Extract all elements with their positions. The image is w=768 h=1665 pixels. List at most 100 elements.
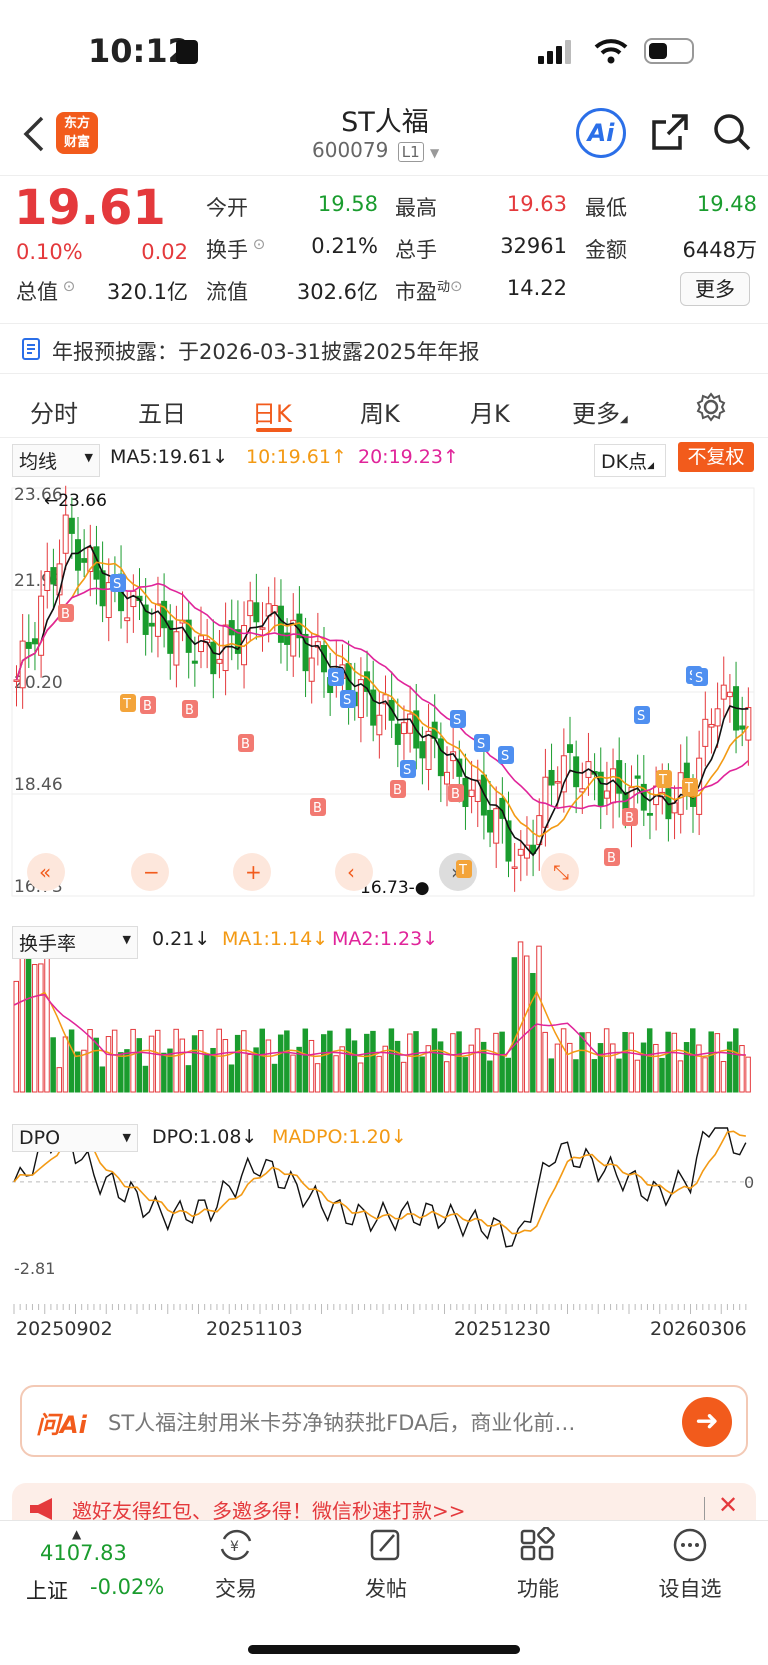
t-marker-label: T [684, 781, 693, 796]
turnover-select-label: 换手率 [19, 933, 77, 955]
turnover-bar [191, 1035, 198, 1093]
turnover-bar [370, 1030, 376, 1093]
turnover-bar [25, 942, 32, 1093]
candle-body [739, 725, 746, 730]
turnover-label: 换手 ⊙ [206, 234, 265, 264]
high-price-tag: ←23.66 [44, 491, 107, 511]
close-icon[interactable]: ✕ [718, 1491, 738, 1519]
tab-post[interactable]: 发帖 [326, 1527, 446, 1603]
candle-body [634, 775, 641, 779]
stock-header: 东方 财富 ST人福 600079 L1 ▼ Ai [0, 100, 768, 176]
mktcap-label-text: 总值 [16, 280, 58, 304]
candle-body [247, 600, 254, 617]
candle-body [44, 570, 51, 591]
fuquan-button[interactable]: 不复权 [678, 442, 754, 472]
period-tabs: 分时 五日 日K 周K 月K 更多◢ [0, 374, 768, 438]
turnover-bar [351, 1040, 358, 1093]
info-icon[interactable]: ⊙ [248, 235, 266, 253]
stock-name: ST人福 [341, 107, 429, 138]
turnover-bar [284, 1030, 290, 1093]
share-icon[interactable] [650, 112, 690, 152]
turnover-bar [505, 1057, 511, 1093]
buy-marker-label: B [625, 811, 634, 826]
turnover-bar [690, 1028, 696, 1093]
kline-svg[interactable]: 23.6621.9320.2018.4616.73←23.6616.73-●«−… [0, 476, 768, 1356]
chart-control-glyph: ⤡ [553, 860, 569, 884]
turnover-bar [548, 1058, 555, 1093]
turnover-bar [118, 1052, 124, 1093]
tab-5day[interactable]: 五日 [138, 394, 186, 429]
turnover-bar [198, 1030, 204, 1093]
turnover-now-text: 0.21 [152, 928, 195, 950]
tab-more[interactable]: 更多◢ [572, 394, 628, 429]
low-value: 19.48 [696, 192, 757, 216]
turnover-bar [99, 1066, 106, 1093]
turnover-bar [265, 1039, 272, 1093]
candle-body [198, 635, 204, 653]
ai-button[interactable]: Ai [576, 108, 626, 158]
index-widget[interactable]: ▲ 4107.83 上证 -0.02% [20, 1527, 170, 1607]
turnover-bar [222, 1039, 229, 1093]
dk-point-button[interactable]: DK点◢ [594, 444, 666, 477]
pe-sup: 动 [437, 280, 451, 295]
turnover-select[interactable]: 换手率 ▼ [12, 926, 138, 959]
turnover-bar [148, 1035, 155, 1093]
madpo-value: MADPO:1.20↓ [272, 1126, 407, 1148]
eastmoney-logo: 东方 财富 [56, 112, 98, 154]
turnover-bar [241, 1030, 247, 1093]
turnover-bar [677, 1060, 684, 1093]
turnover-bar [105, 1036, 112, 1093]
date-label: 20251103 [206, 1318, 303, 1340]
ai-question-bar[interactable]: 问Ai ST人福注射用米卡芬净钠获批FDA后，商业化前… ➜ [20, 1385, 748, 1457]
turnover-bar [247, 1053, 253, 1093]
tab-trade[interactable]: ¥ 交易 [176, 1527, 296, 1603]
turnover-now: 0.21↓ [152, 928, 211, 950]
ma-select[interactable]: 均线 ▼ [12, 444, 100, 477]
info-icon[interactable]: ⊙ [58, 277, 76, 295]
turnover-bar [739, 1045, 745, 1093]
ai-send-button[interactable]: ➜ [682, 1397, 732, 1447]
ma20-label: 20:19.23↑ [358, 446, 459, 468]
back-arrow-icon[interactable] [22, 116, 46, 152]
tab-weekly[interactable]: 周K [360, 394, 400, 429]
turnover-bar [622, 1031, 628, 1093]
tab-minute[interactable]: 分时 [30, 394, 78, 429]
dpo-select[interactable]: DPO ▼ [12, 1124, 138, 1152]
tab-function[interactable]: 功能 [478, 1526, 598, 1603]
turnover-bar [234, 1034, 241, 1093]
turnover-bar [708, 1031, 714, 1093]
candle-body [400, 722, 407, 735]
chevron-down-icon: ▼ [122, 933, 131, 946]
info-icon[interactable]: ⊙ [450, 277, 463, 295]
turnover-bar [634, 1059, 641, 1093]
dpo-min-label: -2.81 [14, 1259, 55, 1278]
sell-marker-label: S [637, 709, 645, 724]
promo-divider [704, 1497, 705, 1521]
tab-monthly[interactable]: 月K [470, 394, 510, 429]
date-label: 20250902 [16, 1318, 113, 1340]
candle-body [154, 603, 161, 637]
turnover-bar [68, 1029, 75, 1093]
stock-code[interactable]: 600079 L1 ▼ [312, 138, 439, 162]
turnover-bar [431, 1028, 438, 1093]
settings-icon[interactable] [696, 392, 726, 422]
tab-daily[interactable]: 日K [252, 394, 292, 429]
more-button[interactable]: 更多 [680, 272, 750, 306]
turnover-ma1: MA1:1.14↓ [222, 928, 329, 950]
turnover-bar [38, 963, 44, 1093]
turnover-bar [579, 1032, 585, 1093]
tab-watchlist[interactable]: 设自选 [630, 1527, 750, 1603]
chart-control-glyph: − [143, 860, 160, 884]
chart-control-glyph: « [39, 860, 51, 884]
turnover-bar [444, 1061, 450, 1093]
search-icon[interactable] [712, 112, 752, 152]
logo-text-1: 东方 [63, 116, 90, 131]
turnover-bar [567, 1042, 573, 1093]
tab-more-label: 更多 [572, 400, 620, 428]
turnover-bar [499, 1031, 505, 1093]
turnover-bar [702, 1057, 708, 1093]
turnover-bar [13, 980, 19, 1093]
notice-bar[interactable]: 年报预披露：于2026-03-31披露2025年年报 [0, 324, 768, 374]
turnover-bar [745, 1056, 751, 1093]
ma10-label: 10:19.61↑ [246, 446, 347, 468]
